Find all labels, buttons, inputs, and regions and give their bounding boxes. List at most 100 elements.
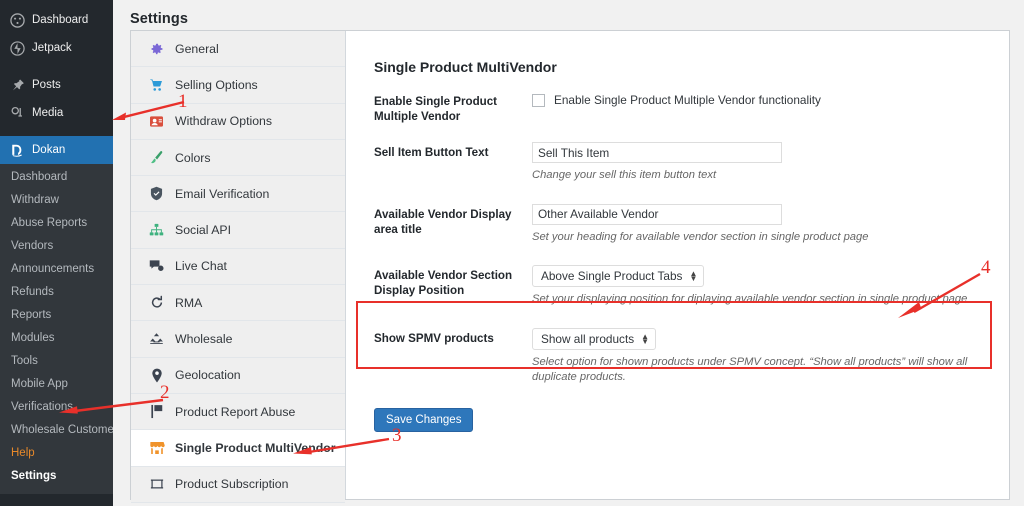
sidebar-item-label: Dashboard	[32, 14, 89, 26]
submenu-item-tools[interactable]: Tools	[0, 350, 113, 373]
field-description: Set your heading for available vendor se…	[532, 230, 869, 243]
flag-icon	[147, 403, 166, 420]
field-description: Change your sell this item button text	[532, 169, 717, 181]
sidebar-item-label: Posts	[32, 79, 61, 91]
wp-admin-sidebar: Dashboard Jetpack Posts Media Dokan Dash…	[0, 0, 121, 506]
tab-withdraw-options[interactable]: Withdraw Options	[131, 103, 345, 140]
settings-tabs-list: General Selling Options Withdraw Options…	[131, 31, 346, 503]
brush-icon	[147, 149, 166, 166]
submenu-item-settings[interactable]: Settings	[0, 465, 113, 488]
tab-selling-options[interactable]: Selling Options	[131, 67, 345, 104]
chat-icon	[147, 258, 166, 275]
sidebar-item-pages[interactable]: Pages	[0, 499, 113, 506]
field-label: Sell Item Button Text	[374, 146, 489, 159]
tab-social-api[interactable]: Social API	[131, 212, 345, 249]
shield-icon	[147, 185, 166, 202]
field-description: Select option for shown products under S…	[532, 355, 968, 384]
tab-label: Email Verification	[175, 186, 270, 201]
sell-item-button-text-input[interactable]	[532, 142, 782, 163]
field-description: Set your displaying position for diplayi…	[532, 293, 968, 305]
submenu-item-announcements[interactable]: Announcements	[0, 258, 113, 281]
save-changes-button[interactable]: Save Changes	[374, 407, 474, 432]
content-area: Settings General Selling Options Withdra…	[113, 0, 1024, 506]
sidebar-item-jetpack[interactable]: Jetpack	[0, 34, 113, 62]
tab-geolocation[interactable]: Geolocation	[131, 357, 345, 394]
submenu-item-reports[interactable]: Reports	[0, 304, 113, 327]
tab-label: RMA	[175, 295, 203, 310]
submenu-item-vendors[interactable]: Vendors	[0, 235, 113, 258]
tab-product-report-abuse[interactable]: Product Report Abuse	[131, 393, 345, 431]
submenu-item-verifications[interactable]: Verifications	[0, 396, 113, 419]
tab-label: Live Chat	[175, 259, 227, 274]
field-control: Enable Single Product Multiple Vendor fu…	[529, 91, 1009, 124]
show-spmv-products-select[interactable]: Show all products ▲ ▼	[532, 327, 657, 350]
sidebar-item-dokan[interactable]: Dokan	[0, 136, 121, 164]
field-control: Above Single Product Tabs ▲ ▼ Set your di…	[529, 265, 1009, 308]
chevron-updown-icon: ▲ ▼	[641, 331, 650, 346]
tab-label: Selling Options	[175, 77, 258, 92]
enable-spmv-checkbox[interactable]	[532, 93, 545, 107]
submenu-item-abuse-reports[interactable]: Abuse Reports	[0, 212, 113, 235]
sidebar-item-label: Media	[32, 107, 64, 119]
gear-icon	[147, 40, 166, 57]
tab-single-product-multivendor[interactable]: Single Product MultiVendor	[131, 430, 345, 467]
select-value: Above Single Product Tabs	[541, 269, 683, 283]
settings-container: General Selling Options Withdraw Options…	[130, 30, 1010, 503]
submenu-item-wholesale-customer[interactable]: Wholesale Customer	[0, 419, 118, 442]
panel-title: Single Product MultiVendor	[374, 59, 557, 75]
submenu-item-modules[interactable]: Modules	[0, 327, 113, 350]
sidebar-item-label: Dokan	[32, 144, 66, 156]
media-icon	[8, 104, 26, 122]
sitemap-icon	[147, 222, 166, 239]
field-enable-spmv: Enable Single Product Multiple Vendor En…	[346, 91, 1009, 124]
sidebar-item-posts[interactable]: Posts	[0, 71, 113, 99]
dokan-icon	[8, 141, 26, 159]
page-title: Settings	[130, 11, 188, 27]
tab-label: Product Subscription	[175, 477, 289, 492]
available-vendor-title-input[interactable]	[532, 203, 782, 225]
tab-label: Withdraw Options	[175, 114, 273, 129]
screen: Dashboard Jetpack Posts Media Dokan Dash…	[0, 0, 1024, 506]
pin-icon	[8, 76, 26, 94]
wholesale-icon	[147, 331, 166, 348]
field-label: Show SPMV products	[374, 331, 494, 345]
select-value: Show all products	[541, 331, 635, 346]
dokan-submenu: Dashboard Withdraw Abuse Reports Vendors…	[0, 164, 118, 494]
submenu-item-withdraw[interactable]: Withdraw	[0, 189, 113, 212]
settings-panel: Single Product MultiVendor Enable Single…	[346, 31, 1009, 499]
sidebar-item-label: Jetpack	[32, 42, 72, 54]
tab-colors[interactable]: Colors	[131, 139, 345, 177]
checkbox-label: Enable Single Product Multiple Vendor fu…	[554, 93, 821, 107]
tab-product-subscription[interactable]: Product Subscription	[131, 466, 345, 503]
display-position-select[interactable]: Above Single Product Tabs ▲ ▼	[532, 265, 705, 287]
subscription-icon	[147, 476, 166, 493]
field-available-vendor-title: Available Vendor Display area title Set …	[346, 203, 1009, 246]
dashboard-icon	[8, 11, 26, 29]
field-show-spmv-products: Show SPMV products Show all products ▲ ▼ …	[346, 327, 1009, 386]
map-pin-icon	[147, 367, 166, 384]
tab-label: Single Product MultiVendor	[175, 440, 336, 455]
tab-rma[interactable]: RMA	[131, 285, 345, 322]
submenu-item-mobile-app[interactable]: Mobile App	[0, 373, 113, 396]
tab-live-chat[interactable]: Live Chat	[131, 248, 345, 286]
submenu-item-refunds[interactable]: Refunds	[0, 281, 113, 304]
tab-general[interactable]: General	[131, 31, 345, 68]
field-display-position: Available Vendor Section Display Positio…	[346, 265, 1009, 308]
field-label: Enable Single Product Multiple Vendor	[374, 95, 498, 123]
field-sell-item-button-text: Sell Item Button Text Change your sell t…	[346, 142, 1009, 184]
field-control: Change your sell this item button text	[529, 142, 1009, 184]
cart-icon	[147, 76, 166, 93]
tab-label: Geolocation	[175, 368, 241, 383]
field-control: Set your heading for available vendor se…	[529, 203, 1009, 246]
withdraw-card-icon	[147, 113, 166, 130]
tab-wholesale[interactable]: Wholesale	[131, 321, 345, 358]
refresh-icon	[147, 294, 166, 311]
field-label: Available Vendor Section Display Positio…	[374, 269, 513, 297]
tab-label: Wholesale	[175, 332, 233, 347]
submenu-item-dashboard[interactable]: Dashboard	[0, 166, 113, 189]
sidebar-item-dashboard[interactable]: Dashboard	[0, 6, 113, 34]
sidebar-item-media[interactable]: Media	[0, 99, 113, 127]
submenu-item-help[interactable]: Help	[0, 442, 113, 465]
tab-email-verification[interactable]: Email Verification	[131, 176, 345, 213]
store-icon	[147, 439, 166, 456]
